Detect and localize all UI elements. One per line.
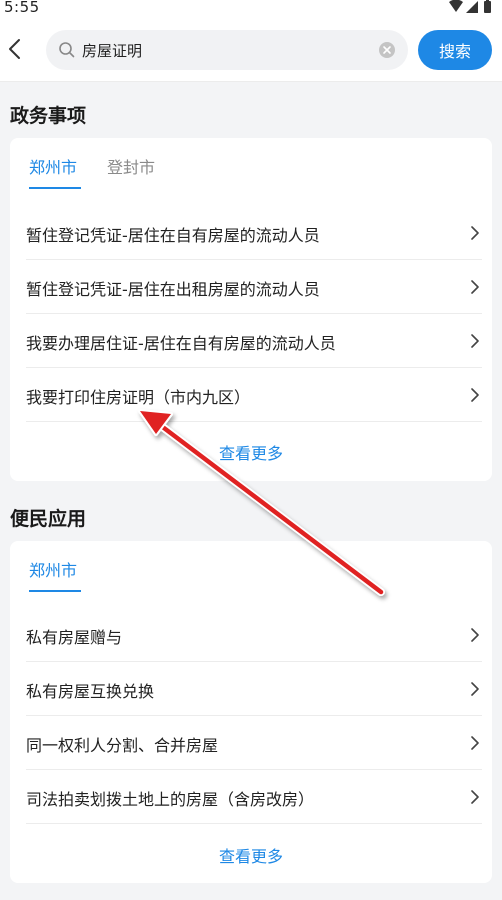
- chevron-right-icon: [471, 280, 479, 294]
- apps-card: 郑州市 私有房屋赠与 私有房屋互换兑换 同一权利人分割、合并房屋 司法拍卖划拨土…: [10, 541, 492, 883]
- list-item-label: 暂住登记凭证-居住在自有房屋的流动人员: [26, 226, 320, 245]
- tab-zhengzhou[interactable]: 郑州市: [29, 557, 77, 581]
- chevron-right-icon: [471, 682, 479, 696]
- gov-list-item[interactable]: 暂住登记凭证-居住在自有房屋的流动人员: [26, 206, 482, 260]
- chevron-right-icon: [471, 226, 479, 240]
- list-item-label: 我要办理居住证-居住在自有房屋的流动人员: [26, 334, 336, 353]
- back-arrow-icon: [9, 39, 20, 59]
- apps-view-more-link[interactable]: 查看更多: [10, 843, 492, 867]
- battery-icon: [484, 0, 491, 13]
- search-header: 搜索: [0, 18, 502, 82]
- search-button[interactable]: 搜索: [418, 30, 492, 70]
- gov-view-more-link[interactable]: 查看更多: [10, 440, 492, 464]
- status-time: 5:55: [4, 0, 40, 16]
- apps-tabs: 郑州市: [10, 541, 492, 593]
- chevron-right-icon: [471, 790, 479, 804]
- list-item-label: 私有房屋互换兑换: [26, 682, 155, 701]
- gov-list-item[interactable]: 暂住登记凭证-居住在出租房屋的流动人员: [26, 260, 482, 314]
- tab-dengfeng[interactable]: 登封市: [107, 154, 155, 178]
- gov-section-title: 政务事项: [10, 105, 87, 127]
- chevron-right-icon: [471, 628, 479, 642]
- apps-list-item[interactable]: 私有房屋互换兑换: [26, 662, 482, 716]
- gov-tabs: 郑州市 登封市: [10, 138, 492, 190]
- list-item-label: 司法拍卖划拨土地上的房屋（含房改房）: [26, 790, 315, 809]
- list-item-label: 暂住登记凭证-居住在出租房屋的流动人员: [26, 280, 320, 299]
- gov-list-item[interactable]: 我要打印住房证明（市内九区）: [26, 368, 482, 422]
- back-button[interactable]: [4, 34, 26, 64]
- signal-icon: [466, 1, 478, 13]
- list-item-label: 我要打印住房证明（市内九区）: [26, 388, 251, 407]
- apps-list-item[interactable]: 司法拍卖划拨土地上的房屋（含房改房）: [26, 770, 482, 824]
- list-item-label: 同一权利人分割、合并房屋: [26, 736, 219, 755]
- apps-list-item[interactable]: 私有房屋赠与: [26, 608, 482, 662]
- wifi-icon: [449, 0, 463, 12]
- apps-list-item[interactable]: 同一权利人分割、合并房屋: [26, 716, 482, 770]
- apps-section-title: 便民应用: [10, 508, 87, 530]
- gov-card: 郑州市 登封市 暂住登记凭证-居住在自有房屋的流动人员 暂住登记凭证-居住在出租…: [10, 138, 492, 481]
- chevron-right-icon: [471, 736, 479, 750]
- tab-active-indicator: [29, 590, 81, 592]
- search-box[interactable]: [46, 30, 408, 70]
- gov-list-item[interactable]: 我要办理居住证-居住在自有房屋的流动人员: [26, 314, 482, 368]
- tab-zhengzhou[interactable]: 郑州市: [29, 154, 77, 178]
- status-bar: 5:55: [0, 0, 502, 18]
- search-icon: [59, 42, 75, 58]
- tab-active-indicator: [29, 187, 81, 189]
- search-input[interactable]: [82, 38, 372, 62]
- status-icons: [448, 0, 494, 14]
- chevron-right-icon: [471, 334, 479, 348]
- chevron-right-icon: [471, 388, 479, 402]
- list-item-label: 私有房屋赠与: [26, 628, 123, 647]
- clear-icon[interactable]: [378, 41, 396, 59]
